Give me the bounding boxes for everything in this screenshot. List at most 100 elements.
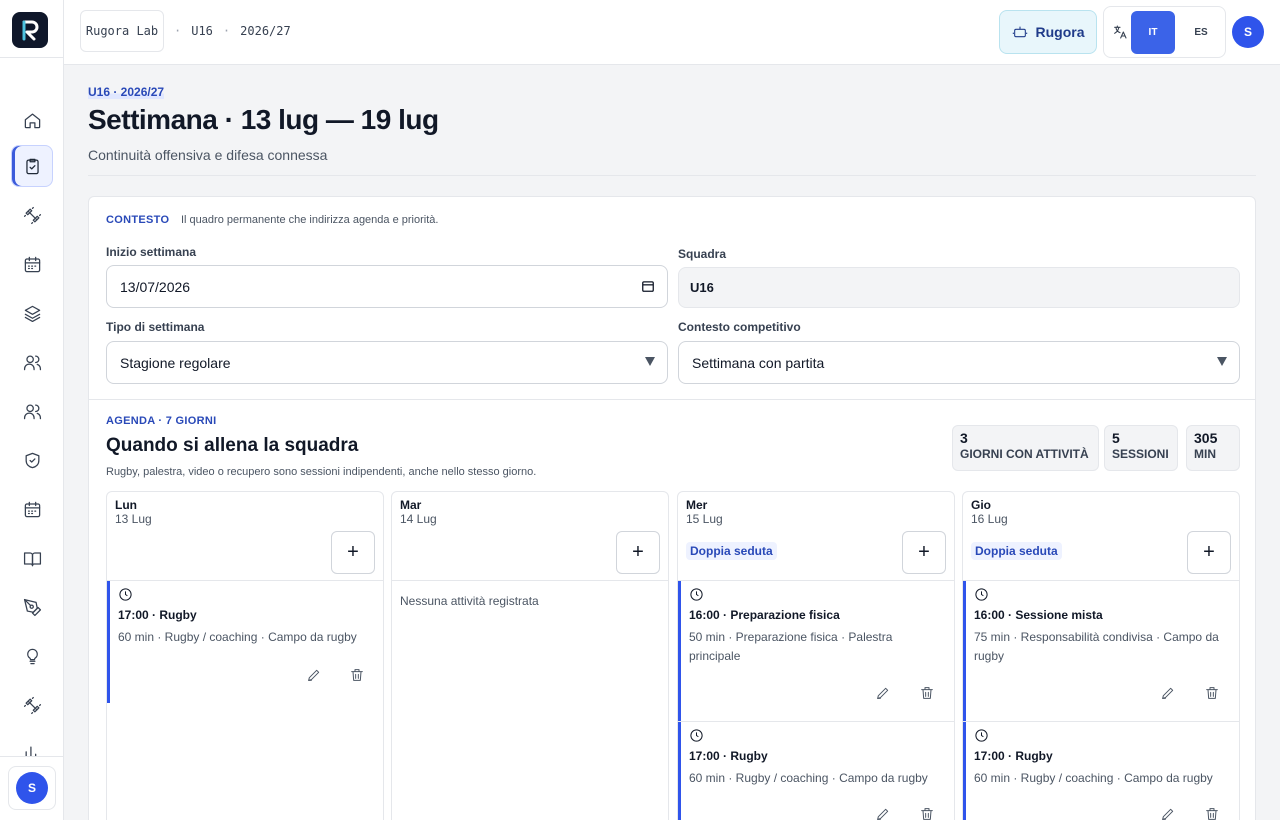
session-title: 16:00 · Sessione mista — [974, 608, 1103, 622]
competitive-select[interactable]: Settimana con partita — [678, 341, 1240, 384]
session-card[interactable]: 17:00 · Rugby 60 min · Rugby / coaching … — [678, 722, 954, 820]
sidebar-divider — [0, 57, 64, 58]
sidebar-item-training[interactable] — [14, 197, 50, 233]
day-column-mon: Lun 13 Lug + 17:00 · Rugby 60 min · Rugb… — [106, 491, 384, 820]
session-title: 17:00 · Rugby — [974, 749, 1053, 763]
day-date: 15 Lug — [686, 512, 723, 526]
edit-icon[interactable] — [875, 685, 891, 701]
day-name: Gio — [971, 498, 991, 512]
team-field: U16 — [678, 267, 1240, 308]
org-switcher[interactable]: Rugora Lab — [80, 10, 164, 52]
home-icon — [24, 113, 40, 128]
day-name: Mar — [400, 498, 422, 512]
context-label: CONTESTO — [106, 214, 170, 226]
sidebar-item-safety[interactable] — [14, 442, 50, 478]
section-divider — [89, 399, 1255, 400]
add-session-button[interactable]: + — [1187, 531, 1231, 574]
session-title: 17:00 · Rugby — [689, 749, 768, 763]
clock-icon — [974, 587, 989, 602]
trash-icon[interactable] — [919, 806, 935, 820]
robot-icon — [1012, 26, 1027, 38]
team-label: Squadra — [678, 247, 727, 261]
stat-label: SESSIONI — [1112, 447, 1169, 461]
shield-check-icon — [25, 452, 39, 468]
trash-icon[interactable] — [349, 667, 365, 683]
week-start-value: 13/07/2026 — [120, 278, 191, 295]
stat-value: 3 — [960, 430, 968, 446]
agenda-title: Quando si allena la squadra — [106, 435, 359, 456]
stat-sessions: 5 SESSIONI — [1104, 425, 1178, 471]
lightbulb-icon — [26, 648, 38, 664]
session-card[interactable]: 17:00 · Rugby 60 min · Rugby / coaching … — [963, 722, 1239, 820]
day-divider — [392, 580, 668, 581]
session-meta: 60 min · Rugby / coaching · Campo da rug… — [118, 630, 357, 644]
clock-icon — [689, 728, 704, 743]
session-title: 17:00 · Rugby — [118, 608, 197, 622]
week-start-input[interactable]: 13/07/2026 — [106, 265, 668, 308]
sidebar-item-home[interactable] — [14, 102, 50, 138]
agenda-description: Rugby, palestra, video o recupero sono s… — [106, 466, 537, 478]
week-card: CONTESTO Il quadro permanente che indiri… — [88, 196, 1256, 820]
session-meta: 60 min · Rugby / coaching · Campo da rug… — [974, 771, 1213, 785]
header-divider — [88, 175, 1256, 176]
sidebar-item-design[interactable] — [14, 589, 50, 625]
sidebar-item-staff[interactable] — [14, 393, 50, 429]
session-card[interactable]: 16:00 · Sessione mista 75 min · Responsa… — [963, 581, 1239, 721]
trash-icon[interactable] — [1204, 806, 1220, 820]
sidebar-footer-divider — [0, 756, 64, 757]
day-column-tue: Mar 14 Lug + Nessuna attività registrata — [391, 491, 669, 820]
language-switcher: IT ES — [1103, 6, 1226, 58]
app-logo[interactable] — [12, 12, 48, 48]
edit-icon[interactable] — [306, 667, 322, 683]
breadcrumb-season[interactable]: 2026/27 — [240, 24, 291, 38]
breadcrumb-team[interactable]: U16 — [191, 24, 213, 38]
empty-day-text: Nessuna attività registrata — [400, 594, 539, 608]
day-date: 13 Lug — [115, 512, 152, 526]
breadcrumb-separator: · — [174, 24, 182, 38]
week-start-label: Inizio settimana — [106, 245, 197, 259]
edit-icon[interactable] — [1160, 806, 1176, 820]
stat-value: 305 — [1194, 430, 1218, 446]
edit-icon[interactable] — [1160, 685, 1176, 701]
session-card[interactable]: 16:00 · Preparazione fisica 50 min · Pre… — [678, 581, 954, 721]
stat-active-days: 3 GIORNI CON ATTIVITÀ — [952, 425, 1099, 471]
language-it-button[interactable]: IT — [1131, 11, 1175, 54]
sidebar: S — [0, 0, 64, 820]
sidebar-item-library[interactable] — [14, 540, 50, 576]
user-avatar[interactable]: S — [1232, 16, 1264, 48]
sidebar-item-gym[interactable] — [14, 687, 50, 723]
plus-icon: + — [632, 541, 644, 563]
sidebar-item-players[interactable] — [14, 344, 50, 380]
day-date: 14 Lug — [400, 512, 437, 526]
session-card[interactable]: 17:00 · Rugby 60 min · Rugby / coaching … — [107, 581, 383, 703]
dumbbell-icon — [23, 206, 41, 224]
sidebar-item-planning[interactable] — [11, 145, 53, 187]
calendar-picker-icon[interactable] — [641, 279, 655, 296]
week-type-label: Tipo di settimana — [106, 320, 205, 334]
week-type-select[interactable]: Stagione regolare — [106, 341, 668, 384]
edit-icon[interactable] — [875, 806, 891, 820]
sidebar-item-layers[interactable] — [14, 295, 50, 331]
sidebar-item-schedule[interactable] — [14, 491, 50, 527]
sidebar-profile[interactable]: S — [8, 766, 56, 810]
sidebar-item-ideas[interactable] — [14, 638, 50, 674]
clock-icon — [689, 587, 704, 602]
add-session-button[interactable]: + — [331, 531, 375, 574]
logo-r-icon — [22, 20, 39, 41]
assistant-button[interactable]: Rugora — [999, 10, 1097, 54]
page-subtitle: Continuità offensiva e difesa connessa — [88, 147, 328, 163]
plus-icon: + — [1203, 541, 1215, 563]
add-session-button[interactable]: + — [902, 531, 946, 574]
context-description: Il quadro permanente che indirizza agend… — [181, 214, 439, 226]
add-session-button[interactable]: + — [616, 531, 660, 574]
topbar: Rugora Lab · U16 · 2026/27 Rugora IT ES … — [64, 0, 1280, 65]
translate-icon — [1112, 24, 1130, 42]
trash-icon[interactable] — [1204, 685, 1220, 701]
language-es-button[interactable]: ES — [1179, 11, 1223, 54]
session-title: 16:00 · Preparazione fisica — [689, 608, 840, 622]
trash-icon[interactable] — [919, 685, 935, 701]
sidebar-item-stats[interactable] — [14, 736, 50, 756]
sidebar-item-calendar[interactable] — [14, 246, 50, 282]
stat-minutes: 305 MIN — [1186, 425, 1240, 471]
dumbbell-alt-icon — [23, 696, 41, 714]
